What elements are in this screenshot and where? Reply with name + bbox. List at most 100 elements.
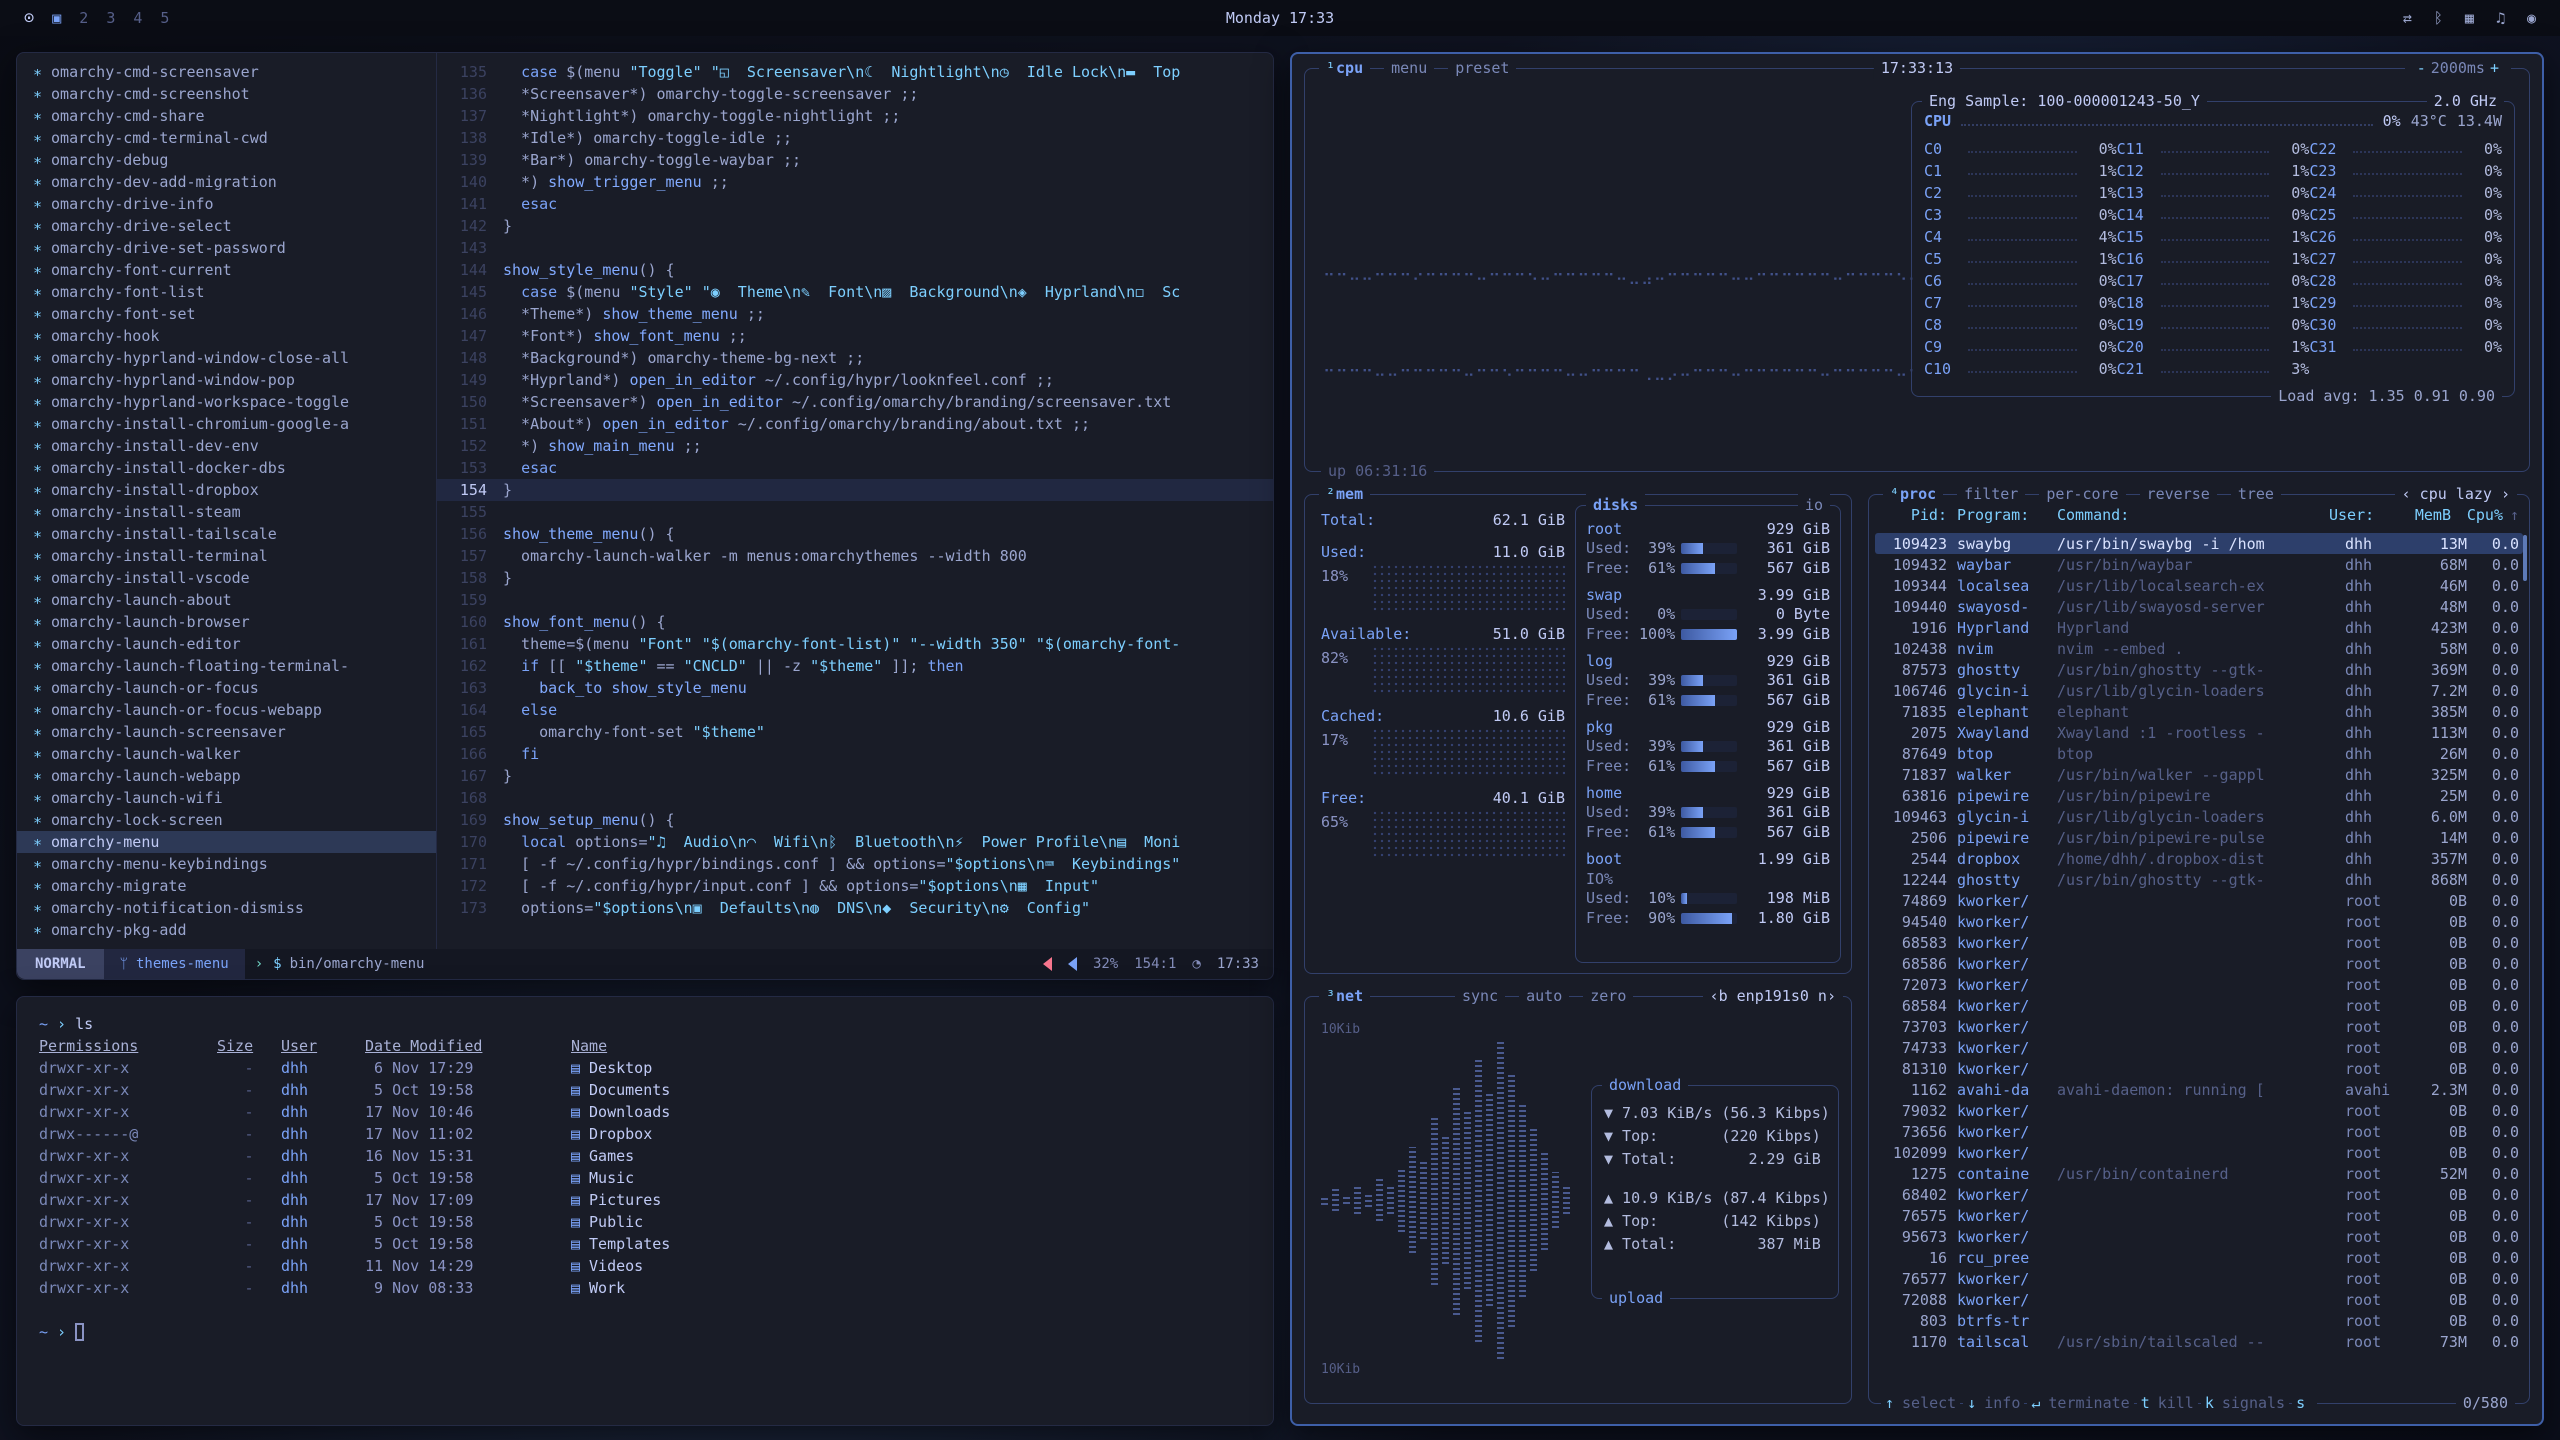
- code-line[interactable]: 142}: [437, 215, 1273, 237]
- proc-row[interactable]: 109432 waybar /usr/bin/waybar dhh 68M 0.…: [1875, 554, 2523, 575]
- net-box-title[interactable]: ³net: [1319, 985, 1370, 1007]
- workspace-3[interactable]: 3: [106, 9, 115, 27]
- proc-row[interactable]: 2506 pipewire /usr/bin/pipewire-pulse dh…: [1875, 827, 2523, 848]
- tree-button[interactable]: tree: [2231, 483, 2281, 505]
- file-item[interactable]: ∗omarchy-dev-add-migration: [17, 171, 436, 193]
- proc-row[interactable]: 79032 kworker/ root 0B 0.0: [1875, 1100, 2523, 1121]
- code-line[interactable]: 135 case $(menu "Toggle" "◱ Screensaver\…: [437, 61, 1273, 83]
- proc-row[interactable]: 109440 swayosd- /usr/lib/swayosd-server …: [1875, 596, 2523, 617]
- network-interface-selector[interactable]: ‹b enp191s0 n›: [1703, 985, 1843, 1007]
- proc-row[interactable]: 71837 walker /usr/bin/walker --gappl dhh…: [1875, 764, 2523, 785]
- proc-row[interactable]: 95673 kworker/ root 0B 0.0: [1875, 1226, 2523, 1247]
- code-line[interactable]: 161 theme=$(menu "Font" "$(omarchy-font-…: [437, 633, 1273, 655]
- workspace-1-active-icon[interactable]: ▣: [52, 9, 61, 27]
- footer-shortcut[interactable]: ksignals: [2201, 1392, 2289, 1414]
- power-icon[interactable]: ◉: [2527, 9, 2536, 27]
- header-command[interactable]: Command:: [2057, 504, 2329, 526]
- code-line[interactable]: 157 omarchy-launch-walker -m menus:omarc…: [437, 545, 1273, 567]
- code-line[interactable]: 173 options="$options\n▣ Defaults\n◍ DNS…: [437, 897, 1273, 919]
- file-item[interactable]: ∗omarchy-launch-editor: [17, 633, 436, 655]
- mem-box-title[interactable]: ²mem: [1319, 483, 1370, 505]
- proc-row[interactable]: 1162 avahi-da avahi-daemon: running [ av…: [1875, 1079, 2523, 1100]
- disks-tab[interactable]: disks: [1586, 494, 1645, 516]
- proc-row[interactable]: 74733 kworker/ root 0B 0.0: [1875, 1037, 2523, 1058]
- file-item[interactable]: ∗omarchy-cmd-share: [17, 105, 436, 127]
- proc-row[interactable]: 109463 glycin-i /usr/lib/glycin-loaders …: [1875, 806, 2523, 827]
- code-line[interactable]: 151 *About*) open_in_editor ~/.config/om…: [437, 413, 1273, 435]
- auto-button[interactable]: auto: [1519, 985, 1569, 1007]
- file-item[interactable]: ∗omarchy-install-chromium-google-a: [17, 413, 436, 435]
- proc-row[interactable]: 2075 Xwayland Xwayland :1 -rootless - dh…: [1875, 722, 2523, 743]
- header-cpu[interactable]: Cpu%: [2451, 504, 2503, 526]
- menu-button[interactable]: menu: [1384, 57, 1434, 79]
- proc-row[interactable]: 109344 localsea /usr/lib/localsearch-ex …: [1875, 575, 2523, 596]
- per-core-button[interactable]: per-core: [2039, 483, 2125, 505]
- file-item[interactable]: ∗omarchy-launch-walker: [17, 743, 436, 765]
- proc-row[interactable]: 68583 kworker/ root 0B 0.0: [1875, 932, 2523, 953]
- code-line[interactable]: 144show_style_menu() {: [437, 259, 1273, 281]
- proc-row[interactable]: 1170 tailscal /usr/sbin/tailscaled -- ro…: [1875, 1331, 2523, 1352]
- code-line[interactable]: 150 *Screensaver*) open_in_editor ~/.con…: [437, 391, 1273, 413]
- footer-shortcut[interactable]: ↑select: [1881, 1392, 1960, 1414]
- code-line[interactable]: 147 *Font*) show_font_menu ;;: [437, 325, 1273, 347]
- code-line[interactable]: 136 *Screensaver*) omarchy-toggle-screen…: [437, 83, 1273, 105]
- code-line[interactable]: 152 *) show_main_menu ;;: [437, 435, 1273, 457]
- file-item[interactable]: ∗omarchy-hyprland-workspace-toggle: [17, 391, 436, 413]
- proc-row[interactable]: 72088 kworker/ root 0B 0.0: [1875, 1289, 2523, 1310]
- file-item[interactable]: ∗omarchy-hyprland-window-pop: [17, 369, 436, 391]
- proc-row[interactable]: 68584 kworker/ root 0B 0.0: [1875, 995, 2523, 1016]
- interval-decrease-button[interactable]: -: [2412, 57, 2431, 79]
- omarchy-logo-icon[interactable]: ⊙: [24, 8, 34, 28]
- proc-row[interactable]: 1916 Hyprland Hyprland dhh 423M 0.0: [1875, 617, 2523, 638]
- code-line[interactable]: 137 *Nightlight*) omarchy-toggle-nightli…: [437, 105, 1273, 127]
- proc-row[interactable]: 87649 btop btop dhh 26M 0.0: [1875, 743, 2523, 764]
- proc-box-title[interactable]: ⁴proc: [1883, 483, 1943, 505]
- header-program[interactable]: Program:: [1957, 504, 2057, 526]
- header-pid[interactable]: Pid:: [1879, 504, 1957, 526]
- file-item[interactable]: ∗omarchy-launch-or-focus: [17, 677, 436, 699]
- sort-column-selector[interactable]: ‹ cpu lazy ›: [2395, 483, 2517, 505]
- proc-row[interactable]: 12244 ghostty /usr/bin/ghostty --gtk- dh…: [1875, 869, 2523, 890]
- file-item[interactable]: ∗omarchy-launch-browser: [17, 611, 436, 633]
- code-line[interactable]: 170 local options="♫ Audio\n◠ Wifi\nᛒ Bl…: [437, 831, 1273, 853]
- code-line[interactable]: 143: [437, 237, 1273, 259]
- code-line[interactable]: 162 if [[ "$theme" == "CNCLD" || -z "$th…: [437, 655, 1273, 677]
- zero-button[interactable]: zero: [1583, 985, 1633, 1007]
- footer-shortcut[interactable]: s: [2292, 1392, 2317, 1414]
- interval-increase-button[interactable]: +: [2485, 57, 2504, 79]
- sync-button[interactable]: sync: [1455, 985, 1505, 1007]
- file-item[interactable]: ∗omarchy-font-current: [17, 259, 436, 281]
- code-line[interactable]: 146 *Theme*) show_theme_menu ;;: [437, 303, 1273, 325]
- volume-icon[interactable]: ♫: [2496, 9, 2505, 27]
- reverse-button[interactable]: reverse: [2140, 483, 2217, 505]
- file-item[interactable]: ∗omarchy-menu-keybindings: [17, 853, 436, 875]
- file-item[interactable]: ∗omarchy-install-dropbox: [17, 479, 436, 501]
- file-item[interactable]: ∗omarchy-install-vscode: [17, 567, 436, 589]
- file-item[interactable]: ∗omarchy-cmd-terminal-cwd: [17, 127, 436, 149]
- proc-row[interactable]: 16 rcu_pree root 0B 0.0: [1875, 1247, 2523, 1268]
- code-line[interactable]: 153 esac: [437, 457, 1273, 479]
- code-line[interactable]: 155: [437, 501, 1273, 523]
- file-item[interactable]: ∗omarchy-install-steam: [17, 501, 436, 523]
- proc-row[interactable]: 76575 kworker/ root 0B 0.0: [1875, 1205, 2523, 1226]
- cpu-box-title[interactable]: ¹cpu: [1319, 57, 1370, 79]
- footer-shortcut[interactable]: ↵terminate: [2027, 1392, 2133, 1414]
- file-item[interactable]: ∗omarchy-hook: [17, 325, 436, 347]
- prompt-line[interactable]: ~ ›: [39, 1321, 1251, 1343]
- filter-button[interactable]: filter: [1957, 483, 2025, 505]
- file-item[interactable]: ∗omarchy-drive-set-password: [17, 237, 436, 259]
- file-item[interactable]: ∗omarchy-launch-webapp: [17, 765, 436, 787]
- proc-row[interactable]: 2544 dropbox /home/dhh/.dropbox-dist dhh…: [1875, 848, 2523, 869]
- file-item[interactable]: ∗omarchy-pkg-add: [17, 919, 436, 941]
- code-line[interactable]: 159: [437, 589, 1273, 611]
- file-item[interactable]: ∗omarchy-notification-dismiss: [17, 897, 436, 919]
- file-item[interactable]: ∗omarchy-lock-screen: [17, 809, 436, 831]
- proc-row[interactable]: 81310 kworker/ root 0B 0.0: [1875, 1058, 2523, 1079]
- workspace-4[interactable]: 4: [133, 9, 142, 27]
- screencast-icon[interactable]: ⇄: [2403, 9, 2412, 27]
- file-item[interactable]: ∗omarchy-install-tailscale: [17, 523, 436, 545]
- file-item[interactable]: ∗omarchy-font-set: [17, 303, 436, 325]
- code-line[interactable]: 166 fi: [437, 743, 1273, 765]
- bluetooth-icon[interactable]: ᛒ: [2434, 9, 2443, 27]
- proc-row[interactable]: 106746 glycin-i /usr/lib/glycin-loaders …: [1875, 680, 2523, 701]
